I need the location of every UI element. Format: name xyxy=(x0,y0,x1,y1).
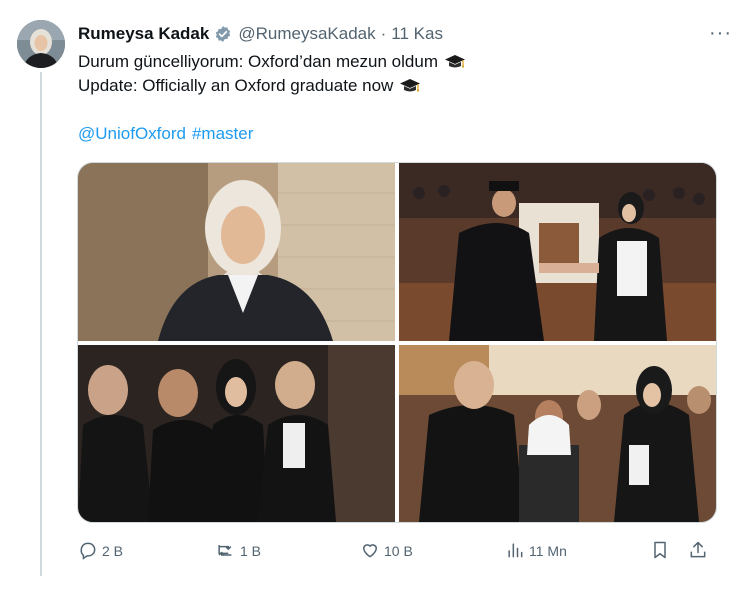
views-count: 11 Mn xyxy=(529,543,567,559)
reply-button[interactable]: 2 B xyxy=(78,540,214,563)
separator-dot: · xyxy=(380,24,387,43)
like-button[interactable]: 10 B xyxy=(360,540,505,563)
views-button[interactable]: 11 Mn xyxy=(505,540,650,563)
bookmark-icon xyxy=(650,540,670,563)
graduation-cap-emoji-icon xyxy=(399,77,421,95)
like-count: 10 B xyxy=(384,543,413,559)
tweet-line-2: Update: Officially an Oxford graduate no… xyxy=(78,74,718,98)
retweet-count: 1 B xyxy=(240,543,262,559)
photo-crowd[interactable] xyxy=(399,345,716,522)
media-grid xyxy=(77,162,717,523)
photo-portrait[interactable] xyxy=(78,163,395,341)
tweet-text: Durum güncelliyorum: Oxford’dan mezun ol… xyxy=(78,50,718,98)
tweet-date[interactable]: 11 Kas xyxy=(391,24,443,44)
bookmark-button[interactable] xyxy=(650,540,688,563)
reply-count: 2 B xyxy=(102,543,124,559)
photo-handshake[interactable] xyxy=(399,163,716,341)
more-options-button[interactable]: ··· xyxy=(709,22,732,45)
mention-link[interactable]: @UniofOxford xyxy=(78,124,186,143)
thread-line xyxy=(40,72,42,576)
author-name[interactable]: Rumeysa Kadak xyxy=(78,24,209,44)
author-handle[interactable]: @RumeysaKadak xyxy=(238,24,375,44)
tweet-line-1-text: Durum güncelliyorum: Oxford’dan mezun ol… xyxy=(78,52,438,71)
photo-audience[interactable] xyxy=(78,345,395,522)
action-bar: 2 B 1 B 10 B 11 Mn xyxy=(78,538,718,564)
tweet-header: Rumeysa Kadak @RumeysaKadak · 11 Kas xyxy=(78,22,730,46)
tweet-line-2-text: Update: Officially an Oxford graduate no… xyxy=(78,76,394,95)
views-icon xyxy=(505,540,525,563)
share-icon xyxy=(688,540,708,563)
retweet-icon xyxy=(214,540,236,563)
verified-badge-icon xyxy=(214,25,232,43)
reply-icon xyxy=(78,540,98,563)
hashtag-link[interactable]: #master xyxy=(192,124,253,143)
author-avatar[interactable] xyxy=(17,20,65,68)
graduation-cap-emoji-icon xyxy=(444,53,466,71)
tweet-line-1: Durum güncelliyorum: Oxford’dan mezun ol… xyxy=(78,50,718,74)
retweet-button[interactable]: 1 B xyxy=(214,540,360,563)
heart-icon xyxy=(360,540,380,563)
share-button[interactable] xyxy=(688,540,712,563)
tweet-tags: @UniofOxford #master xyxy=(78,124,259,144)
